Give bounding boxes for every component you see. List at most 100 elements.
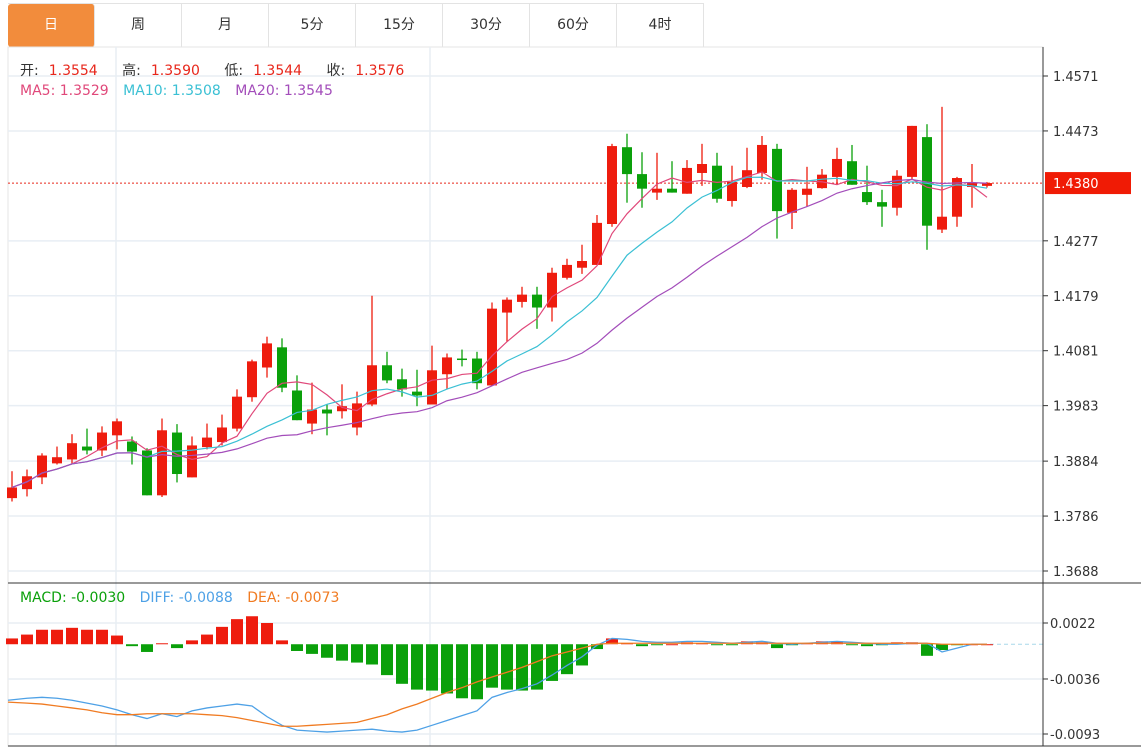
macd-bar — [456, 644, 468, 699]
macd-bar — [81, 629, 93, 645]
candle — [202, 423, 212, 450]
candle — [667, 161, 677, 193]
candle-body — [637, 174, 647, 189]
macd-bar — [36, 629, 48, 645]
macd-bar — [21, 634, 33, 645]
macd-bar — [381, 644, 393, 676]
macd-bar — [141, 644, 153, 652]
candle — [637, 152, 647, 208]
candle-body — [217, 427, 227, 443]
price-tick-label: 1.4081 — [1053, 345, 1099, 360]
macd-bar — [261, 623, 273, 645]
grid-lines — [7, 46, 1044, 747]
candle-body — [907, 125, 917, 177]
candle — [622, 133, 632, 203]
ma-legend: MA5: 1.3529 MA10: 1.3508 MA20: 1.3545 — [20, 83, 343, 99]
candle-body — [457, 358, 467, 361]
high-label: 高: — [122, 63, 141, 79]
macd-bar — [396, 644, 408, 684]
candle — [277, 338, 287, 393]
candle-body — [652, 188, 662, 193]
price-tick-label: 1.3983 — [1053, 400, 1099, 415]
macd-tick-label: -0.0036 — [1050, 673, 1100, 688]
macd-tick-label: -0.0093 — [1050, 728, 1100, 743]
candle — [262, 336, 272, 378]
price-tick-label: 1.4179 — [1053, 290, 1099, 305]
candle-body — [112, 421, 122, 436]
ohlc-legend: 开: 1.3554 高: 1.3590 低: 1.3544 收: 1.3576 — [20, 60, 424, 80]
candle-body — [607, 146, 617, 224]
macd-bar — [96, 629, 108, 645]
candle — [52, 446, 62, 465]
macd-bar — [501, 644, 513, 690]
macd-bar — [231, 619, 243, 645]
price-tick-label: 1.4473 — [1053, 125, 1099, 140]
candle-body — [562, 264, 572, 278]
macd-bar — [411, 644, 423, 690]
candle — [772, 143, 782, 239]
candle-body — [622, 147, 632, 175]
candle-body — [352, 403, 362, 428]
macd-bar — [531, 644, 543, 690]
ma20-legend: MA20: 1.3545 — [235, 83, 333, 99]
candle-body — [802, 188, 812, 195]
price-tick-label: 1.4277 — [1053, 235, 1099, 250]
low-value: 1.3544 — [253, 63, 303, 79]
candle — [382, 351, 392, 384]
macd-bar — [216, 626, 228, 645]
candle — [97, 426, 107, 457]
macd-bar — [561, 644, 573, 675]
macd-bar — [711, 644, 723, 646]
macd-bar — [636, 644, 648, 647]
candle-body — [532, 294, 542, 308]
candle-body — [877, 202, 887, 207]
candle — [712, 152, 722, 203]
candle — [442, 353, 452, 390]
candle — [37, 453, 47, 485]
ma10-legend: MA10: 1.3508 — [123, 83, 221, 99]
candle — [502, 297, 512, 342]
macd-bar — [861, 644, 873, 647]
candle — [112, 418, 122, 450]
macd-legend: MACD: -0.0030 DIFF: -0.0088 DEA: -0.0073 — [20, 590, 349, 606]
candle-body — [247, 361, 257, 398]
candle-body — [832, 158, 842, 177]
candle — [682, 160, 692, 194]
candle — [172, 424, 182, 483]
macd-bar — [6, 638, 18, 645]
macd-bar — [351, 644, 363, 663]
candle-body — [697, 164, 707, 173]
candle — [457, 349, 467, 367]
candle-body — [262, 343, 272, 368]
candle-body — [322, 409, 332, 414]
macd-bar — [201, 634, 213, 645]
price-axis: 1.4571 1.4473 1.4277 1.4179 1.4081 1.3983 1.38… — [8, 47, 1141, 747]
candle — [742, 147, 752, 189]
candle — [247, 359, 257, 402]
candle — [652, 152, 662, 200]
open-value: 1.3554 — [48, 63, 98, 79]
candle — [472, 351, 482, 390]
candle-body — [202, 437, 212, 448]
candle — [787, 188, 797, 230]
macd-bar — [336, 644, 348, 661]
candle — [607, 143, 617, 227]
candle — [877, 189, 887, 227]
macd-bar — [771, 644, 783, 649]
macd-bar — [441, 644, 453, 694]
candle — [907, 125, 917, 180]
macd-value: MACD: -0.0030 — [20, 590, 126, 606]
macd-bar — [156, 643, 168, 645]
candle — [577, 244, 587, 274]
kline-chart[interactable]: 1.4571 1.4473 1.4277 1.4179 1.4081 1.3983 1.38… — [0, 0, 1141, 749]
candle — [187, 436, 197, 478]
macd-tick-label: 0.0022 — [1050, 617, 1096, 632]
macd-bar — [366, 644, 378, 665]
candle-body — [382, 365, 392, 381]
macd-bar — [471, 644, 483, 700]
candle — [157, 418, 167, 498]
candle-body — [862, 192, 872, 203]
macd-bar — [276, 640, 288, 645]
candle-body — [667, 188, 677, 193]
macd-bar — [486, 644, 498, 688]
